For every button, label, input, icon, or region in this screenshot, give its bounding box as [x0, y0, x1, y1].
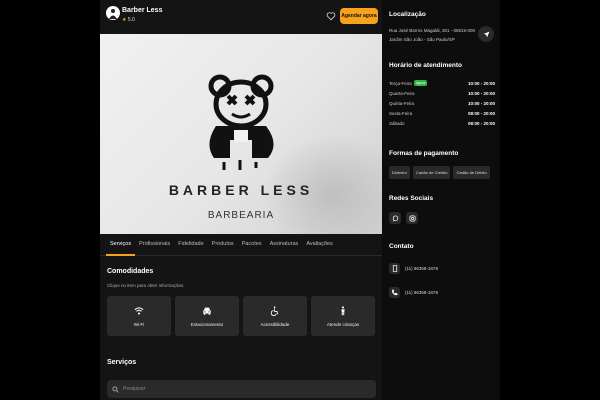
shop-name: Barber Less: [122, 7, 163, 14]
payment-title: Formas de pagamento: [389, 150, 459, 157]
rating-value: 5.0: [127, 17, 135, 23]
hours-title: Horário de atendimento: [389, 62, 462, 69]
amenity-parking[interactable]: Estacionamento: [175, 296, 239, 336]
hours-time: 08:00 - 20:00: [467, 121, 495, 127]
navigation-arrow-icon: [483, 31, 489, 37]
payment-methods: Dinheiro Cartão de Crédito Cartão de Déb…: [389, 166, 490, 179]
hours-row: Quinta-Feira 10:00 - 20:00: [389, 98, 495, 108]
wheelchair-icon: [270, 305, 279, 316]
smartphone-icon: [392, 265, 397, 272]
address-line-1: Rua José Barros Magaldi, 301 - 05815-000: [389, 28, 476, 33]
amenities-hint: Clique no item para obter informações.: [107, 283, 185, 288]
tab-produtos[interactable]: Produtos: [208, 234, 238, 256]
now-badge: Agora: [413, 80, 428, 87]
contact-mobile-number: (11) 96358-1878: [405, 266, 438, 271]
tab-avaliacoes[interactable]: Avaliações: [302, 234, 337, 256]
hours-time: 10:00 - 20:00: [467, 90, 495, 96]
hours-time: 10:00 - 20:00: [467, 100, 495, 106]
hours-row: Sexta-Feira 08:00 - 20:00: [389, 109, 495, 119]
right-gutter: [500, 0, 600, 400]
heart-icon[interactable]: [326, 11, 336, 21]
hours-day: Terça-Feira: [389, 80, 412, 86]
tab-pacotes[interactable]: Pacotes: [238, 234, 266, 256]
hours-list: Terça-Feira Agora 10:00 - 20:00 Quarta-Fe…: [389, 78, 495, 129]
amenities-list: Wi-Fi Estacionamento Acessibilidade Aten…: [107, 296, 377, 338]
whatsapp-button[interactable]: [389, 212, 401, 224]
contact-phone[interactable]: (11) 96358-1878: [389, 287, 438, 298]
child-icon: [341, 305, 345, 315]
hours-time: 08:00 - 20:00: [467, 111, 495, 117]
address-line-2: Jardim São João - São Paulo/SP: [389, 37, 455, 42]
brand-wordmark: BARBER LESS: [168, 182, 314, 198]
location-title: Localização: [389, 11, 426, 18]
shop-banner: BARBER LESS BARBEARIA: [100, 34, 382, 234]
amenity-accessibility[interactable]: Acessibilidade: [243, 296, 307, 336]
left-gutter: [0, 0, 100, 400]
services-title: Serviços: [107, 359, 137, 366]
tab-bar: Serviços Profissionais Fidelidade Produt…: [100, 234, 382, 256]
shop-rating: ★ 5.0: [122, 17, 135, 23]
contact-title: Contato: [389, 243, 414, 250]
hours-time: 10:00 - 20:00: [467, 80, 495, 86]
amenity-label: Atende crianças: [326, 321, 360, 327]
amenity-wifi[interactable]: Wi-Fi: [107, 296, 171, 336]
amenity-label: Acessibilidade: [260, 321, 290, 327]
hours-day: Quinta-Feira: [389, 100, 415, 106]
hours-row: Quarta-Feira 10:00 - 20:00: [389, 88, 495, 98]
contact-phone-number: (11) 96358-1878: [405, 290, 438, 295]
instagram-button[interactable]: [406, 212, 418, 224]
car-icon: [203, 307, 211, 315]
hours-day: Quarta-Feira: [389, 90, 415, 96]
amenities-title: Comodidades: [107, 268, 154, 275]
hours-row: Sábado 08:00 - 20:00: [389, 119, 495, 129]
hours-day: Sábado: [389, 121, 405, 127]
shop-header: Barber Less ★ 5.0 Agendar agora: [100, 0, 382, 34]
tab-fidelidade[interactable]: Fidelidade: [174, 234, 207, 256]
main-panel: Barber Less ★ 5.0 Agendar agora BARBER L…: [100, 0, 382, 400]
shop-avatar: [106, 6, 120, 20]
amenity-label: Wi-Fi: [133, 321, 145, 327]
service-search-input[interactable]: [123, 386, 363, 392]
teddy-bear-logo-icon: [208, 74, 274, 170]
phone-icon: [392, 289, 398, 296]
instagram-icon: [409, 215, 415, 221]
hours-row: Terça-Feira Agora 10:00 - 20:00: [389, 78, 495, 88]
hours-day: Sexta-Feira: [389, 111, 413, 117]
tab-servicos[interactable]: Serviços: [106, 234, 136, 256]
wifi-icon: [134, 306, 144, 315]
directions-button[interactable]: [478, 26, 494, 42]
brand-subtitle: BARBEARIA: [207, 210, 275, 221]
info-sidebar: Localização Rua José Barros Magaldi, 301…: [382, 0, 500, 400]
star-icon: ★: [122, 17, 127, 23]
payment-chip-credit: Cartão de Crédito: [412, 166, 451, 179]
social-title: Redes Sociais: [389, 195, 434, 202]
payment-chip-debit: Cartão de Débito: [453, 166, 490, 179]
shop-logo-icon: [109, 9, 117, 19]
social-links: [389, 212, 418, 224]
contact-mobile[interactable]: (11) 96358-1878: [389, 263, 438, 274]
service-search[interactable]: [107, 380, 376, 398]
payment-chip-cash: Dinheiro: [389, 166, 410, 179]
whatsapp-icon: [392, 215, 398, 222]
amenity-kids[interactable]: Atende crianças: [311, 296, 375, 336]
tab-profissionais[interactable]: Profissionais: [135, 234, 174, 256]
amenity-label: Estacionamento: [190, 321, 224, 327]
search-icon: [112, 385, 119, 393]
tab-assinaturas[interactable]: Assinaturas: [266, 234, 303, 256]
book-now-button[interactable]: Agendar agora: [340, 8, 378, 24]
